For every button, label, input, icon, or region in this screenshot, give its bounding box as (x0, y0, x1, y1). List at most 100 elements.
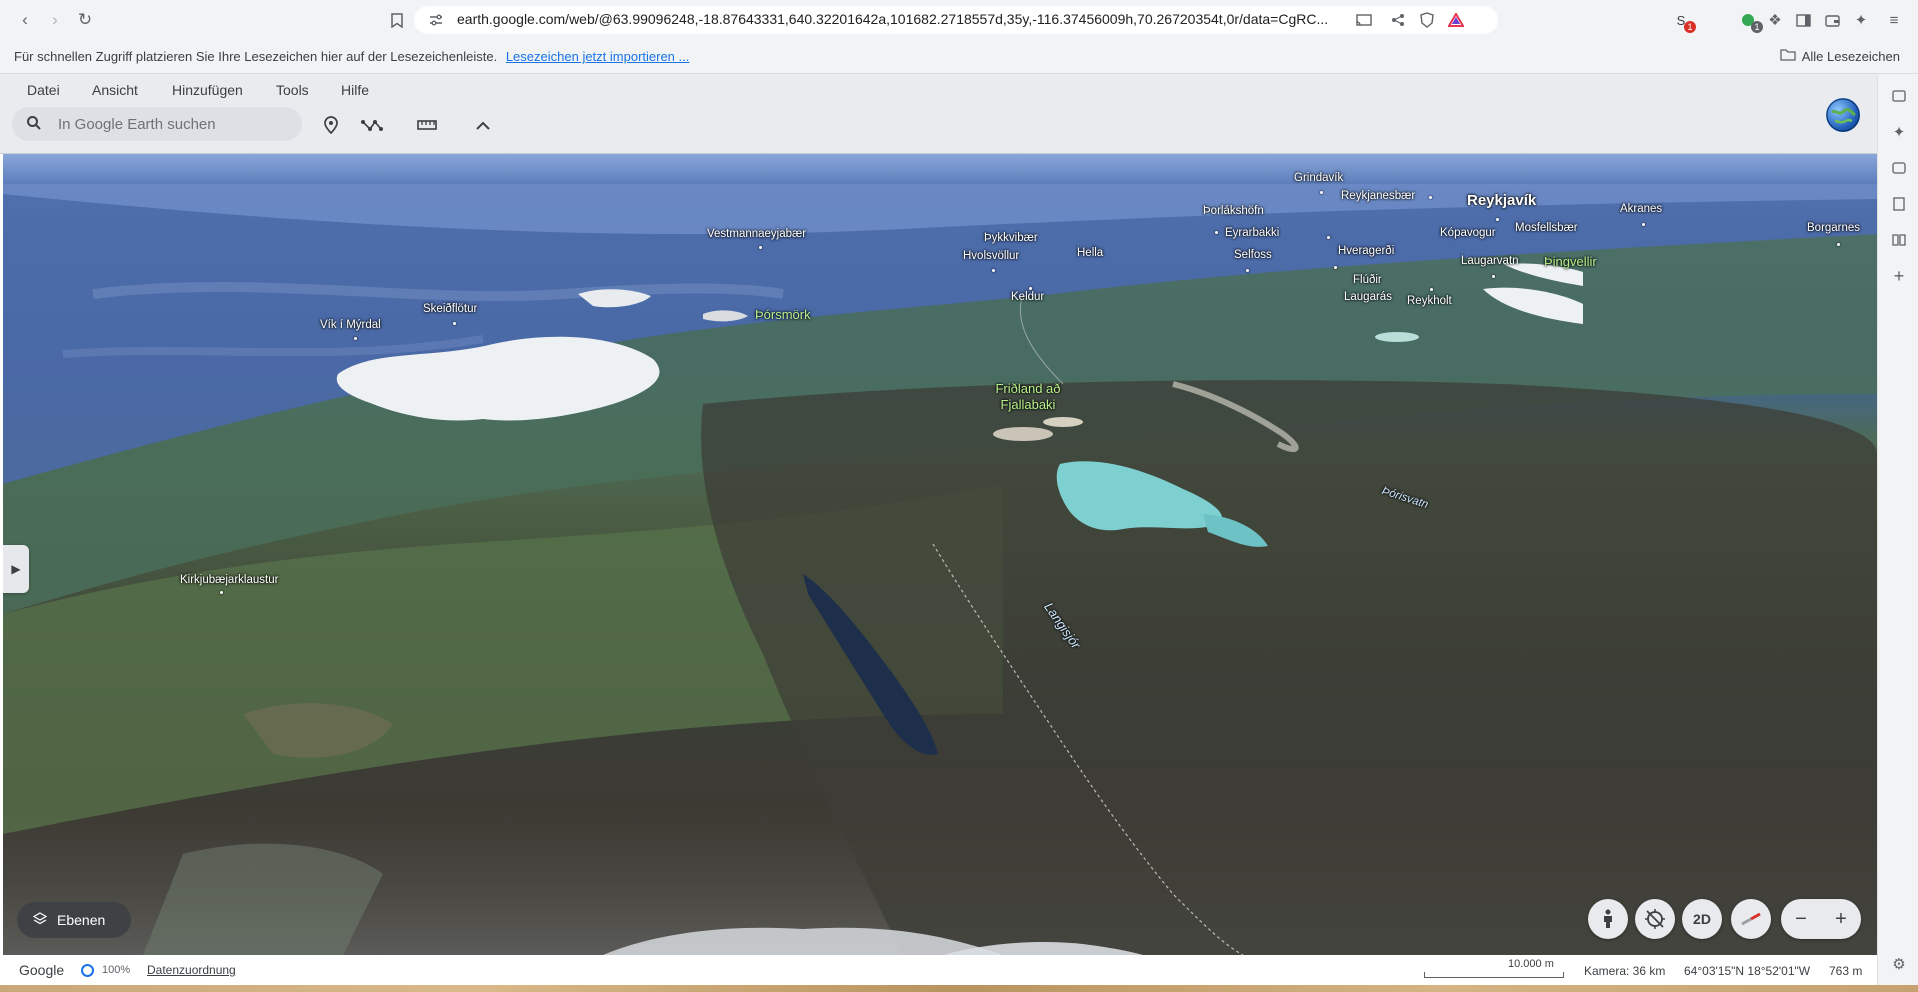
forward-icon[interactable]: › (43, 8, 67, 32)
puzzle-extensions-icon[interactable]: ❖ (1764, 9, 1786, 31)
map-label[interactable]: Reykholt (1407, 295, 1452, 307)
expand-panel-chevron-icon[interactable]: ▶ (3, 545, 29, 593)
extension-icon[interactable]: S 1 (1670, 9, 1696, 33)
place-marker (453, 322, 456, 325)
map-label[interactable]: Borgarnes (1807, 222, 1860, 234)
search-box[interactable] (12, 107, 302, 141)
place-marker (1029, 287, 1032, 290)
map-label[interactable]: Friðland að Fjallabaki (988, 381, 1068, 413)
camera-altitude: Kamera: 36 km (1584, 964, 1666, 978)
zoom-in-button[interactable]: + (1821, 899, 1861, 939)
map-label[interactable]: Reykjavík (1467, 192, 1536, 209)
brave-shield-icon[interactable] (1417, 10, 1437, 30)
google-logo: Google (19, 962, 65, 978)
map-label[interactable]: Reykjanesbær (1341, 190, 1415, 202)
site-settings-icon[interactable] (426, 10, 446, 30)
wallet-icon[interactable] (1821, 9, 1843, 31)
measure-ruler-icon[interactable] (414, 112, 440, 138)
draw-path-icon[interactable] (358, 112, 386, 138)
cursor-coordinates: 64°03'15"N 18°52'01"W (1684, 964, 1811, 978)
menu-hilfe[interactable]: Hilfe (341, 82, 369, 98)
map-label[interactable]: Þykkvibær (984, 232, 1038, 244)
search-icon (26, 115, 44, 133)
bookmarks-panel-icon[interactable] (1889, 194, 1909, 214)
map-label[interactable]: Mosfellsbær (1515, 222, 1578, 234)
leo-ai-icon[interactable]: ✦ (1850, 9, 1872, 31)
map-label[interactable]: Akranes (1620, 203, 1662, 215)
layers-button[interactable]: Ebenen (17, 902, 131, 938)
toggle-2d-button[interactable]: 2D (1682, 899, 1722, 939)
attribution-link[interactable]: Datenzuordnung (147, 963, 236, 977)
share-icon[interactable] (1388, 10, 1408, 30)
app-window: ‹ › ↻ earth.google.com/web/@63.99096248,… (0, 0, 1918, 992)
compass-icon[interactable] (1731, 899, 1771, 939)
placemark-pin-icon[interactable] (318, 112, 344, 138)
zoom-control: − + (1781, 899, 1861, 939)
place-marker (1837, 243, 1840, 246)
zoom-out-button[interactable]: − (1781, 899, 1821, 939)
map-label[interactable]: Keldur (1011, 291, 1044, 303)
layers-icon (32, 911, 48, 929)
map-label[interactable]: Vík í Mýrdal (320, 319, 381, 331)
menu-icon[interactable]: ≡ (1883, 9, 1905, 31)
menu-ansicht[interactable]: Ansicht (92, 82, 138, 98)
map-label[interactable]: Hveragerði (1338, 245, 1394, 257)
bookmarks-hint: Für schnellen Zugriff platzieren Sie Ihr… (14, 49, 689, 64)
place-marker (1492, 275, 1495, 278)
place-marker (220, 591, 223, 594)
cast-icon[interactable] (1354, 10, 1374, 30)
import-bookmarks-link[interactable]: Lesezeichen jetzt importieren ... (506, 49, 690, 64)
all-bookmarks-label: Alle Lesezeichen (1801, 48, 1900, 64)
place-marker (1496, 218, 1499, 221)
search-input[interactable] (58, 107, 288, 141)
bookmark-icon[interactable] (385, 8, 409, 32)
reading-list-icon[interactable] (1889, 158, 1909, 178)
map-label[interactable]: Vestmannaeyjabær (707, 228, 806, 240)
reload-icon[interactable]: ↻ (73, 8, 97, 32)
map-label[interactable]: Eyrarbakki (1225, 227, 1279, 239)
browser-side-rail: ✦ + ⚙ (1877, 74, 1918, 992)
menu-tools[interactable]: Tools (276, 82, 309, 98)
street-view-pegman-icon[interactable] (1588, 899, 1628, 939)
map-label[interactable]: Kirkjubæjarklaustur (180, 574, 278, 586)
earth-header: Datei Ansicht Hinzufügen Tools Hilfe (0, 74, 1877, 154)
wallet-panel-icon[interactable] (1889, 86, 1909, 106)
map-label[interactable]: Þorlákshöfn (1203, 205, 1264, 217)
map-label[interactable]: Selfoss (1234, 249, 1272, 261)
map-label[interactable]: Grindavík (1294, 172, 1343, 184)
map-label[interactable]: Þingvellir (1544, 254, 1597, 269)
add-panel-icon[interactable]: + (1889, 266, 1909, 286)
sidebar-toggle-icon[interactable] (1792, 9, 1814, 31)
history-panel-icon[interactable] (1889, 230, 1909, 250)
menu-hinzufuegen[interactable]: Hinzufügen (172, 82, 243, 98)
map-label[interactable]: Skeiðflötur (423, 303, 477, 315)
place-marker (1246, 269, 1249, 272)
settings-gear-icon[interactable]: ⚙ (1889, 954, 1909, 974)
address-bar[interactable]: earth.google.com/web/@63.99096248,-18.87… (414, 6, 1498, 34)
earth-3d-map[interactable]: Grindavík Reykjanesbær Reykjavík Þorláks… (3, 154, 1877, 955)
place-marker (992, 269, 995, 272)
url-text[interactable]: earth.google.com/web/@63.99096248,-18.87… (457, 11, 1357, 27)
map-label[interactable]: Laugarás (1344, 291, 1392, 303)
reset-tilt-icon[interactable] (1635, 899, 1675, 939)
scale-label: 10.000 m (1508, 958, 1554, 970)
loading-ring-icon (81, 964, 94, 977)
extension-badge: 1 (1684, 21, 1696, 33)
back-icon[interactable]: ‹ (13, 8, 37, 32)
map-label[interactable]: Hvolsvöllur (963, 250, 1019, 262)
leo-panel-icon[interactable]: ✦ (1889, 122, 1909, 142)
elevation: 763 m (1829, 964, 1863, 978)
map-label[interactable]: Flúðir (1353, 274, 1382, 286)
map-label[interactable]: Laugarvatn (1461, 255, 1519, 267)
account-globe-icon[interactable] (1826, 98, 1860, 132)
map-label[interactable]: Þórsmörk (755, 307, 811, 322)
map-label[interactable]: Kópavogur (1440, 227, 1496, 239)
status-bar: Google 100% Datenzuordnung 10.000 m Kame… (0, 955, 1877, 985)
map-label[interactable]: Hella (1077, 247, 1103, 259)
all-bookmarks-button[interactable]: Alle Lesezeichen (1780, 48, 1900, 64)
menu-datei[interactable]: Datei (27, 82, 60, 98)
extension-icon[interactable]: 1 (1737, 9, 1763, 33)
place-marker (759, 246, 762, 249)
brave-rewards-icon[interactable] (1446, 10, 1466, 30)
collapse-chevron-up-icon[interactable] (470, 112, 496, 138)
